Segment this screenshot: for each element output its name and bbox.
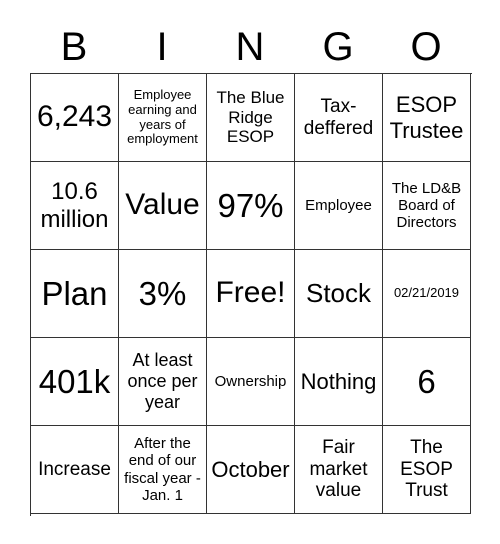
bingo-cell[interactable]: After the end of our fiscal year - Jan. … [119, 426, 207, 514]
bingo-cell[interactable]: Fair market value [295, 426, 383, 514]
bingo-cell[interactable]: 6 [383, 338, 471, 426]
bingo-cell[interactable]: The LD&B Board of Directors [383, 162, 471, 250]
bingo-cell[interactable]: Employee earning and years of employment [119, 74, 207, 162]
bingo-cell[interactable]: October [207, 426, 295, 514]
bingo-cell[interactable]: Employee [295, 162, 383, 250]
bingo-board: 6,243 Employee earning and years of empl… [30, 73, 472, 516]
bingo-header: B I N G O [30, 22, 470, 72]
bingo-cell[interactable]: ESOP Trustee [383, 74, 471, 162]
header-letter-n: N [235, 25, 265, 69]
bingo-cell[interactable]: 02/21/2019 [383, 250, 471, 338]
bingo-cell[interactable]: Stock [295, 250, 383, 338]
bingo-cell[interactable]: Tax-deffered [295, 74, 383, 162]
bingo-cell[interactable]: Increase [31, 426, 119, 514]
bingo-cell[interactable]: Value [119, 162, 207, 250]
bingo-cell[interactable]: The ESOP Trust [383, 426, 471, 514]
bingo-cell[interactable]: 10.6 million [31, 162, 119, 250]
header-letter-b: B [60, 25, 88, 69]
bingo-cell[interactable]: At least once per year [119, 338, 207, 426]
bingo-cell[interactable]: 3% [119, 250, 207, 338]
header-letter-o: O [410, 25, 442, 69]
bingo-cell[interactable]: The Blue Ridge ESOP [207, 74, 295, 162]
bingo-cell[interactable]: Plan [31, 250, 119, 338]
bingo-cell[interactable]: Nothing [295, 338, 383, 426]
header-letter-i: I [156, 25, 168, 69]
bingo-cell[interactable]: Free! [207, 250, 295, 338]
bingo-cell[interactable]: 401k [31, 338, 119, 426]
bingo-cell[interactable]: 97% [207, 162, 295, 250]
header-letter-g: G [322, 25, 354, 69]
bingo-cell[interactable]: 6,243 [31, 74, 119, 162]
bingo-cell[interactable]: Ownership [207, 338, 295, 426]
